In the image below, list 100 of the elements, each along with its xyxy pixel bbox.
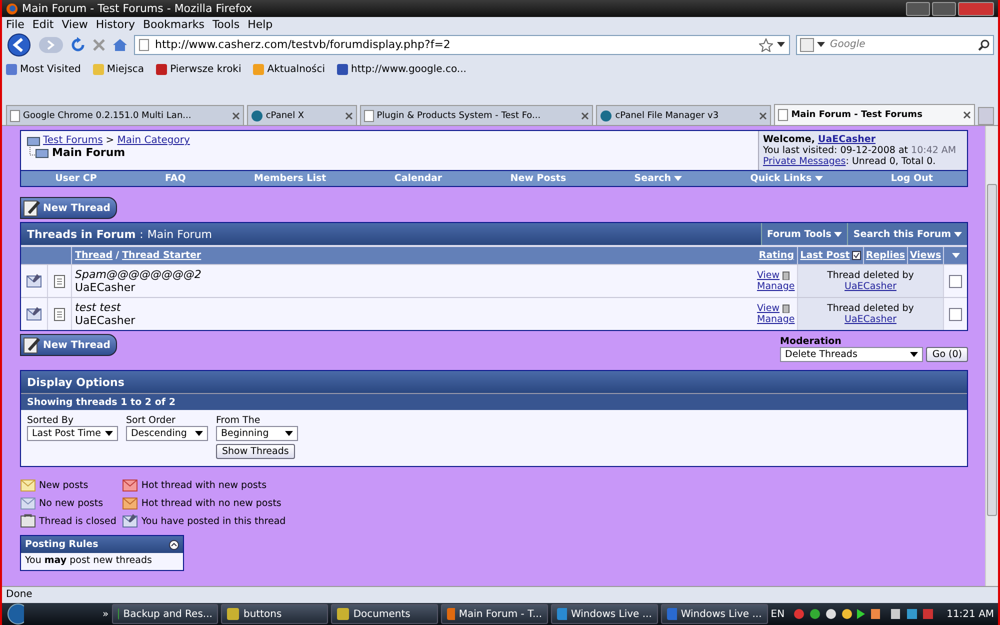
field-label: Sorted By (27, 415, 75, 426)
new-thread-icon (23, 199, 41, 217)
close-button[interactable] (958, 2, 994, 16)
browser-tab[interactable]: Main Forum - Test Forums (774, 104, 976, 125)
menu-item[interactable]: File (6, 18, 24, 30)
column-header[interactable]: Views (907, 247, 943, 264)
back-button[interactable] (6, 32, 32, 56)
column-header[interactable]: Thread Starter (122, 250, 202, 261)
panel-title: Threads in Forum (27, 228, 136, 240)
menu-item[interactable]: Tools (212, 18, 240, 30)
envelope-icon (122, 477, 138, 493)
menu-item[interactable]: Bookmarks (142, 18, 204, 30)
caret-icon (777, 42, 785, 47)
manage-link[interactable]: Manage (757, 314, 795, 325)
browser-tab[interactable]: Plugin & Products System - Test Fo... (360, 105, 594, 125)
taskbar-button[interactable]: Documents (331, 604, 438, 624)
tool-menu[interactable]: Search this Forum (847, 223, 967, 245)
page-icon (10, 110, 20, 122)
username-link[interactable]: UaECasher (818, 134, 876, 145)
thread-starter: UaECasher (75, 314, 136, 327)
legend-label: Thread is closed (39, 516, 116, 526)
legend-label: Hot thread with no new posts (141, 498, 282, 508)
menu-item[interactable]: Help (248, 18, 273, 30)
minimize-button[interactable] (906, 2, 930, 16)
field-label: Sort Order (126, 415, 176, 426)
go-button[interactable]: Go (0) (926, 347, 968, 362)
menu-item[interactable]: History (96, 18, 135, 30)
menu-item[interactable]: View (62, 18, 88, 30)
thread-title[interactable]: test test (75, 301, 121, 314)
legend-label: Hot thread with new posts (141, 480, 267, 490)
search-icon[interactable] (978, 38, 990, 50)
manage-link[interactable]: Manage (757, 281, 795, 292)
star-icon[interactable] (759, 38, 773, 52)
column-header[interactable]: Thread (75, 250, 113, 261)
menu-item[interactable]: Edit (32, 18, 54, 30)
moderation-dropdown[interactable]: Delete Threads (780, 347, 924, 362)
envelope-icon (122, 513, 138, 529)
bookmark-icon (253, 64, 264, 74)
maximize-button[interactable] (932, 2, 956, 16)
close-icon[interactable] (581, 112, 590, 120)
close-icon[interactable] (759, 112, 768, 120)
dropdown[interactable]: Descending (126, 426, 208, 441)
thread-checkbox[interactable] (949, 274, 962, 288)
dropdown[interactable]: Last Post Time (27, 426, 118, 441)
collapse-icon[interactable] (169, 540, 179, 550)
legend-label: You have posted in this thread (141, 516, 286, 526)
overflow-chevron[interactable]: » (102, 608, 109, 620)
breadcrumb-link[interactable]: Main Category (117, 135, 190, 146)
bookmark-link[interactable]: Pierwsze kroki (156, 64, 242, 74)
language-indicator[interactable]: EN (770, 608, 785, 620)
bookmark-link[interactable]: Miejsca (92, 64, 144, 74)
private-messages-link[interactable]: Private Messages (763, 156, 846, 167)
close-icon[interactable] (232, 112, 240, 120)
new-thread-button[interactable]: New Thread (20, 334, 118, 356)
taskbar-button[interactable]: Windows Live ... (551, 604, 658, 624)
address-bar[interactable]: http://www.casherz.com/testvb/forumdisplay.php?f=2 (134, 34, 790, 54)
page-icon (778, 109, 788, 121)
envelope-icon (20, 477, 36, 493)
column-header[interactable]: Replies (863, 247, 907, 264)
window-title: Main Forum - Test Forums - Mozilla Firefox (22, 2, 254, 15)
close-icon[interactable] (963, 111, 972, 119)
username-link[interactable]: UaECasher (844, 314, 896, 325)
welcome-label: Welcome, (763, 134, 815, 145)
thread-title[interactable]: Spam@@@@@@@@2 (75, 268, 202, 281)
thread-checkbox[interactable] (949, 308, 962, 320)
dropdown[interactable]: Beginning (216, 426, 298, 441)
taskbar-button[interactable]: Backup and Res... (112, 604, 218, 624)
caret-icon (194, 431, 203, 436)
home-icon[interactable] (112, 36, 128, 52)
sort-icon[interactable] (852, 251, 861, 260)
app-icon (447, 608, 455, 620)
thread-starter: UaECasher (75, 281, 136, 294)
tool-menu[interactable]: Forum Tools (760, 223, 848, 245)
browser-tab[interactable]: cPanel X (246, 105, 357, 125)
taskbar-button[interactable]: Windows Live ... (660, 604, 768, 624)
browser-tab[interactable]: cPanel File Manager v3 (596, 105, 772, 125)
bookmark-link[interactable]: Most Visited (6, 64, 81, 74)
reload-icon[interactable] (70, 36, 86, 52)
view-link[interactable]: View (757, 270, 780, 281)
column-header[interactable]: Last Post (800, 250, 850, 261)
new-thread-icon (23, 336, 41, 354)
taskbar-button[interactable]: buttons (221, 604, 328, 624)
breadcrumb-link[interactable]: Test Forums (43, 135, 103, 146)
new-thread-button[interactable]: New Thread (20, 197, 118, 219)
clock: 11:21 AM (946, 608, 994, 620)
envelope-icon (20, 495, 36, 511)
close-icon[interactable] (344, 112, 353, 120)
search-box[interactable]: Google (796, 34, 994, 54)
column-header[interactable]: Rating (758, 250, 794, 261)
view-link[interactable]: View (757, 303, 780, 314)
caret-icon (284, 431, 293, 436)
browser-tab[interactable]: Google Chrome 0.2.151.0 Multi Lan... (6, 105, 244, 125)
bookmark-link[interactable]: Aktualności (253, 64, 326, 74)
show-threads-button[interactable]: Show Threads (216, 444, 295, 459)
start-button[interactable] (6, 603, 24, 625)
legend-label: New posts (39, 480, 88, 490)
username-link[interactable]: UaECasher (844, 281, 896, 292)
scrollbar[interactable] (985, 126, 998, 586)
taskbar-button[interactable]: Main Forum - T... (441, 604, 548, 624)
bookmark-link[interactable]: http://www.google.co... (337, 64, 466, 74)
